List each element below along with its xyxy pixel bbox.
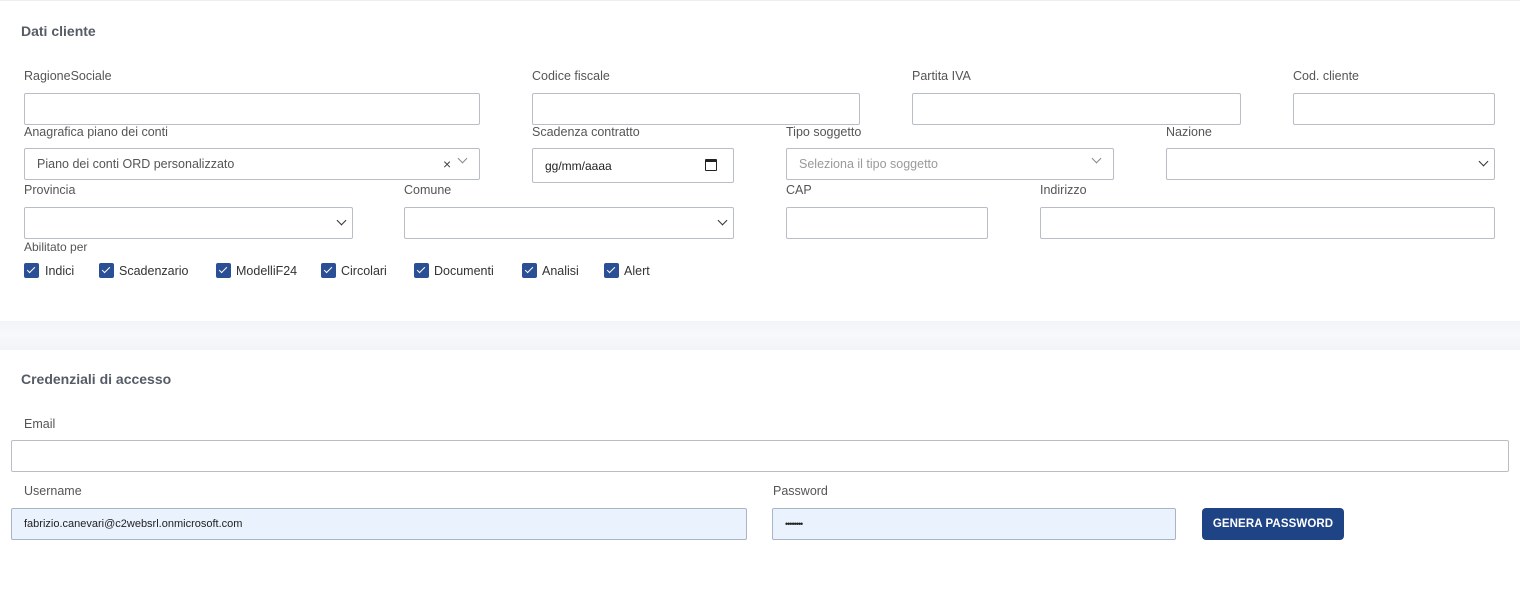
client-data-card: Dati cliente RagioneSociale Codice fisca… — [0, 0, 1520, 321]
indirizzo-input[interactable] — [1040, 207, 1495, 239]
email-label: Email — [24, 417, 56, 431]
checkbox-label-circolari: Circolari — [341, 264, 387, 278]
email-field[interactable] — [11, 440, 1509, 472]
cod-cliente-input[interactable] — [1293, 93, 1495, 125]
password-value: •••••••• — [785, 519, 803, 529]
chevron-down-icon[interactable] — [1091, 153, 1102, 164]
username-field[interactable]: fabrizio.canevari@c2websrl.onmicrosoft.c… — [11, 508, 747, 540]
generate-password-button[interactable]: GENERA PASSWORD — [1202, 508, 1344, 540]
checkbox-label-indici: Indici — [45, 264, 75, 278]
chevron-down-icon[interactable] — [457, 153, 468, 164]
checkbox-scadenzario[interactable] — [99, 263, 114, 278]
scadenza-placeholder: gg/mm/aaaa — [545, 159, 612, 173]
tipo-soggetto-placeholder: Seleziona il tipo soggetto — [799, 157, 938, 171]
checkbox-label-modellif24: ModelliF24 — [236, 264, 298, 278]
comune-select[interactable] — [404, 207, 734, 239]
comune-label: Comune — [404, 183, 452, 197]
username-value: fabrizio.canevari@c2websrl.onmicrosoft.c… — [24, 518, 243, 530]
codice-fiscale-label: Codice fiscale — [532, 69, 610, 83]
provincia-label: Provincia — [24, 183, 76, 197]
cod-cliente-label: Cod. cliente — [1293, 69, 1360, 83]
ragione-sociale-label: RagioneSociale — [24, 69, 112, 83]
anagrafica-select[interactable]: Piano dei conti ORD personalizzato × — [24, 148, 480, 180]
scadenza-date-input[interactable]: gg/mm/aaaa — [532, 148, 734, 183]
section-separator — [0, 321, 1520, 350]
anagrafica-value: Piano dei conti ORD personalizzato — [37, 157, 235, 171]
codice-fiscale-input[interactable] — [532, 93, 860, 125]
section-title-credentials: Credenziali di accesso — [21, 371, 172, 387]
tipo-soggetto-label: Tipo soggetto — [786, 125, 862, 139]
checkbox-circolari[interactable] — [321, 263, 336, 278]
cap-label: CAP — [786, 183, 812, 197]
provincia-select[interactable] — [24, 207, 353, 239]
chevron-down-icon[interactable] — [336, 215, 347, 226]
section-title-client: Dati cliente — [21, 23, 96, 39]
checkbox-documenti[interactable] — [414, 263, 429, 278]
checkbox-label-documenti: Documenti — [434, 264, 494, 278]
checkbox-alert[interactable] — [604, 263, 619, 278]
partita-iva-input[interactable] — [912, 93, 1241, 125]
checkbox-label-alert: Alert — [624, 264, 650, 278]
password-label: Password — [773, 484, 828, 498]
indirizzo-label: Indirizzo — [1040, 183, 1087, 197]
close-icon[interactable]: × — [443, 156, 451, 172]
abilitato-label: Abilitato per — [24, 240, 88, 254]
nazione-select[interactable] — [1166, 148, 1495, 180]
anagrafica-label: Anagrafica piano dei conti — [24, 125, 168, 139]
tipo-soggetto-select[interactable]: Seleziona il tipo soggetto — [786, 148, 1114, 180]
partita-iva-label: Partita IVA — [912, 69, 971, 83]
nazione-label: Nazione — [1166, 125, 1212, 139]
credentials-card: Credenziali di accesso Email Username fa… — [0, 350, 1520, 601]
calendar-icon[interactable] — [705, 159, 717, 171]
checkbox-modellif24[interactable] — [216, 263, 231, 278]
username-label: Username — [24, 484, 82, 498]
scadenza-label: Scadenza contratto — [532, 125, 640, 139]
chevron-down-icon[interactable] — [717, 215, 728, 226]
ragione-sociale-input[interactable] — [24, 93, 480, 125]
checkbox-analisi[interactable] — [522, 263, 537, 278]
chevron-down-icon[interactable] — [1478, 156, 1489, 167]
checkbox-label-scadenzario: Scadenzario — [119, 264, 189, 278]
password-field[interactable]: •••••••• — [772, 508, 1176, 540]
checkbox-indici[interactable] — [24, 263, 39, 278]
checkbox-label-analisi: Analisi — [542, 264, 579, 278]
cap-input[interactable] — [786, 207, 988, 239]
